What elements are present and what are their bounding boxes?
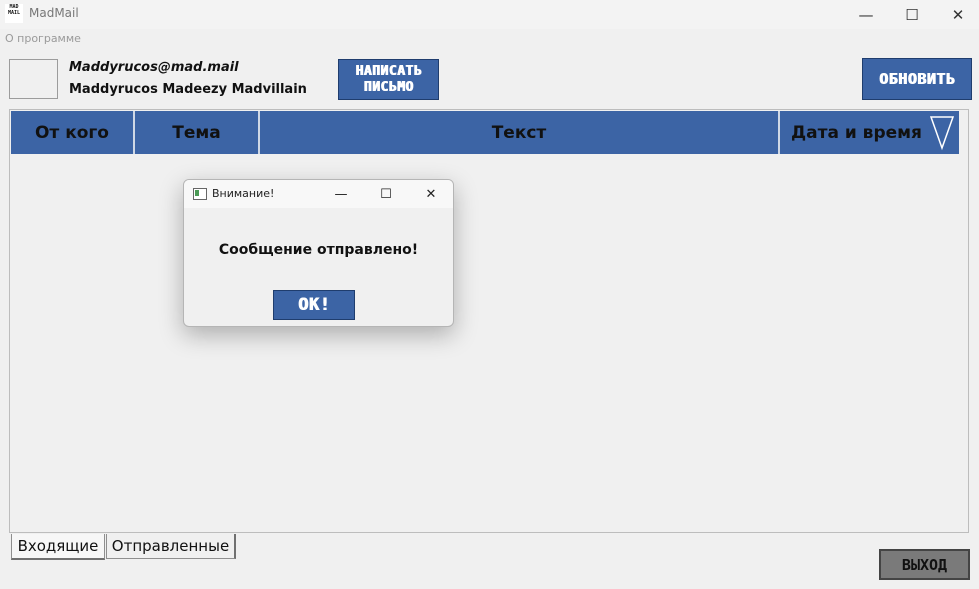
avatar bbox=[9, 59, 58, 99]
dialog-title: Внимание! bbox=[212, 187, 275, 200]
dialog-close-button[interactable]: ✕ bbox=[411, 180, 451, 208]
dialog-window-icon bbox=[193, 188, 207, 200]
window-title: MadMail bbox=[29, 6, 79, 20]
ok-label: ОК! bbox=[297, 295, 331, 315]
dialog-minimize-button[interactable]: — bbox=[321, 180, 361, 208]
user-email: Maddyrucos@mad.mail bbox=[69, 60, 239, 75]
alert-dialog: Внимание! — ☐ ✕ Сообщение отправлено! ОК… bbox=[183, 179, 454, 327]
tab-inbox[interactable]: Входящие bbox=[11, 534, 105, 560]
column-header-subject[interactable]: Тема bbox=[135, 111, 260, 154]
write-letter-button[interactable]: НАПИСАТЬ ПИСЬМО bbox=[338, 59, 439, 100]
refresh-button[interactable]: ОБНОВИТЬ bbox=[862, 58, 972, 100]
refresh-label: ОБНОВИТЬ bbox=[878, 70, 956, 88]
app-logo-icon: MAD MAIL bbox=[5, 4, 23, 23]
write-letter-label-line2: ПИСЬМО bbox=[363, 79, 414, 95]
user-full-name: Maddyrucos Madeezy Madvillain bbox=[69, 82, 307, 97]
tab-sent[interactable]: Отправленные bbox=[106, 534, 236, 559]
column-header-text[interactable]: Текст bbox=[260, 111, 780, 154]
close-button[interactable]: ✕ bbox=[935, 0, 979, 29]
dialog-maximize-button[interactable]: ☐ bbox=[366, 180, 406, 208]
dialog-message: Сообщение отправлено! bbox=[218, 242, 419, 258]
ok-button[interactable]: ОК! bbox=[273, 290, 355, 320]
minimize-button[interactable]: — bbox=[843, 0, 889, 29]
column-header-from[interactable]: От кого bbox=[11, 111, 135, 154]
sort-descending-icon[interactable] bbox=[929, 115, 955, 151]
exit-button[interactable]: ВЫХОД bbox=[879, 549, 970, 580]
mail-table[interactable] bbox=[9, 109, 969, 533]
maximize-button[interactable]: ☐ bbox=[889, 0, 935, 29]
menu-about[interactable]: О программе bbox=[5, 32, 81, 45]
write-letter-label-line1: НАПИСАТЬ bbox=[355, 63, 422, 79]
title-bar bbox=[0, 0, 979, 29]
